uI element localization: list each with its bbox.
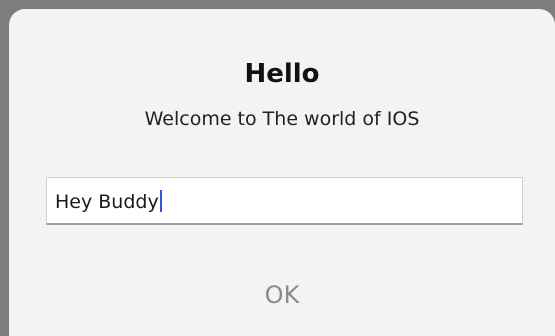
alert-title: Hello — [244, 59, 320, 89]
input-value: Hey Buddy — [55, 190, 162, 214]
text-caret — [159, 190, 162, 212]
alert-dialog: Hello Welcome to The world of IOS Hey Bu… — [9, 9, 555, 336]
alert-message: Welcome to The world of IOS — [144, 108, 420, 130]
text-input[interactable]: Hey Buddy — [46, 177, 523, 225]
ok-button[interactable]: OK — [9, 271, 555, 319]
input-value-text: Hey Buddy — [55, 191, 159, 213]
